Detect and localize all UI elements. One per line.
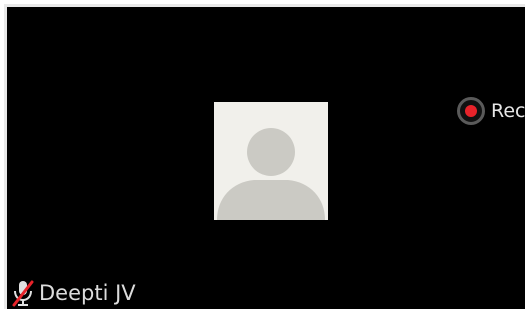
participant-name-plate: Deepti JV	[11, 276, 136, 309]
participant-name: Deepti JV	[39, 281, 136, 305]
record-dot	[465, 105, 477, 117]
recording-label: Rec	[491, 100, 525, 122]
record-icon	[457, 97, 485, 125]
recording-indicator: Rec	[457, 94, 525, 128]
user-silhouette-icon	[217, 128, 325, 220]
mic-muted-icon	[12, 280, 34, 307]
avatar	[214, 102, 328, 220]
video-tile[interactable]: Rec Deepti JV	[4, 4, 525, 309]
